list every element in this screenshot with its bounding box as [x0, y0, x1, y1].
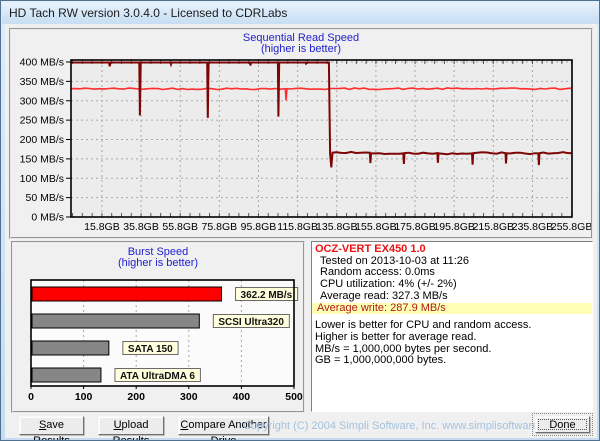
average-read-line: Average read: 327.3 MB/s: [320, 289, 448, 302]
svg-text:115.8GB: 115.8GB: [277, 221, 318, 233]
svg-text:15.8GB: 15.8GB: [84, 221, 120, 233]
svg-text:255.8GB: 255.8GB: [551, 221, 591, 233]
upload-results-button[interactable]: Upload Results: [98, 416, 164, 440]
svg-text:100: 100: [75, 391, 93, 403]
svg-text:200 MB/s: 200 MB/s: [20, 134, 64, 146]
svg-text:SCSI Ultra320: SCSI Ultra320: [218, 317, 284, 328]
note-line: Higher is better for average read.: [315, 330, 477, 343]
burst-bar: [31, 340, 110, 356]
done-label: Done: [549, 419, 576, 431]
svg-text:175.8GB: 175.8GB: [394, 221, 435, 233]
svg-text:350 MB/s: 350 MB/s: [20, 76, 64, 88]
info-notes: Lower is better for CPU and random acces…: [315, 320, 589, 367]
title-bar[interactable]: HD Tach RW version 3.0.4.0 - Licensed to…: [2, 2, 599, 24]
burst-bar: [31, 367, 102, 383]
sequential-read-chart: 400 MB/s 350 MB/s 300 MB/s 250 MB/s 200 MB/s…: [20, 57, 591, 234]
svg-text:155.8GB: 155.8GB: [355, 221, 396, 233]
save-results-button[interactable]: Save Results: [19, 416, 84, 440]
svg-text:500: 500: [285, 391, 303, 403]
sequential-read-panel: Sequential Read Speed (higher is better)…: [9, 28, 593, 239]
svg-text:362.2 MB/s: 362.2 MB/s: [241, 290, 293, 301]
svg-text:400 MB/s: 400 MB/s: [20, 57, 64, 69]
burst-speed-panel: Burst Speed (higher is better) 362.2 MB/…: [11, 241, 305, 413]
svg-text:200: 200: [127, 391, 145, 403]
svg-text:400: 400: [233, 391, 251, 403]
svg-text:195.8GB: 195.8GB: [433, 221, 474, 233]
window-title: HD Tach RW version 3.0.4.0 - Licensed to…: [9, 6, 288, 20]
svg-text:0: 0: [28, 391, 34, 403]
svg-text:75.8GB: 75.8GB: [202, 221, 238, 233]
app-window: HD Tach RW version 3.0.4.0 - Licensed to…: [0, 0, 600, 441]
svg-text:250 MB/s: 250 MB/s: [20, 115, 64, 127]
svg-text:135.8GB: 135.8GB: [316, 221, 357, 233]
svg-text:100 MB/s: 100 MB/s: [20, 173, 64, 185]
svg-text:300 MB/s: 300 MB/s: [20, 95, 64, 107]
svg-text:SATA 150: SATA 150: [128, 344, 173, 355]
client-area: Sequential Read Speed (higher is better)…: [5, 24, 597, 440]
copyright-text: Copyright (C) 2004 Simpli Software, Inc.…: [243, 420, 563, 432]
svg-text:235.8GB: 235.8GB: [512, 221, 553, 233]
drive-info-panel: OCZ-VERT EX450 1.0 Tested on 2013-10-03 …: [311, 241, 593, 412]
burst-bar: [31, 313, 200, 329]
svg-text:95.8GB: 95.8GB: [241, 221, 277, 233]
svg-text:300: 300: [180, 391, 198, 403]
svg-text:35.8GB: 35.8GB: [123, 221, 159, 233]
svg-text:ATA UltraDMA 6: ATA UltraDMA 6: [120, 371, 195, 382]
done-button[interactable]: Done: [535, 416, 590, 433]
done-button-frame: Done: [532, 413, 593, 436]
svg-text:50 MB/s: 50 MB/s: [25, 192, 64, 204]
svg-text:150 MB/s: 150 MB/s: [20, 153, 64, 165]
drive-name: OCZ-VERT EX450 1.0: [315, 243, 426, 255]
average-write-highlight: Average write: 287.9 MB/s: [312, 302, 592, 315]
note-line: GB = 1,000,000,000 bytes.: [315, 354, 447, 367]
burst-bar: [31, 286, 223, 302]
svg-text:215.8GB: 215.8GB: [473, 221, 514, 233]
svg-text:55.8GB: 55.8GB: [162, 221, 198, 233]
upload-mnemonic: U: [113, 419, 122, 431]
burst-speed-chart: 362.2 MB/s SCSI Ultra320 SATA 150 ATA Ultra…: [28, 279, 303, 403]
svg-text:0 MB/s: 0 MB/s: [31, 212, 64, 224]
